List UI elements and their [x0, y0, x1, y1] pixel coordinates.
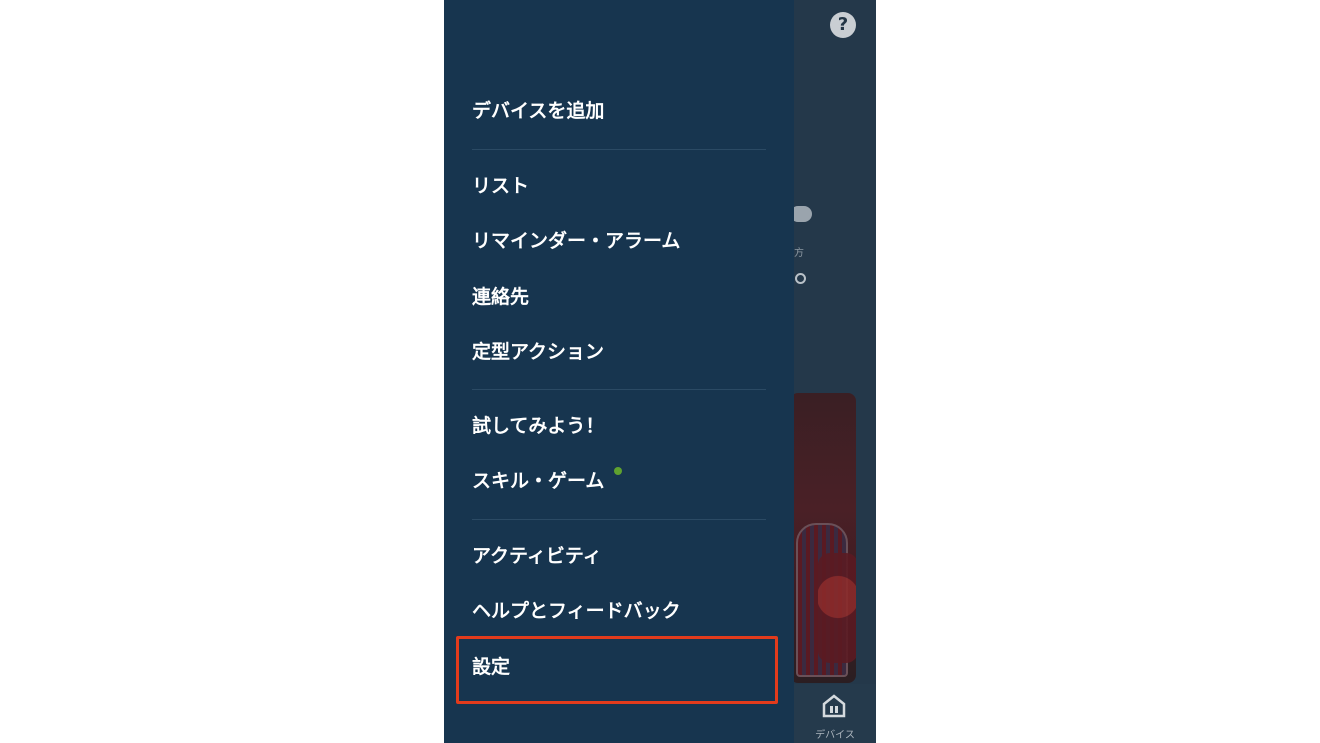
menu-item-skills-games[interactable]: スキル・ゲーム: [472, 466, 623, 496]
home-devices-icon: [822, 694, 846, 718]
menu-item-things-to-try[interactable]: 試してみよう！: [472, 411, 604, 441]
divider: [472, 389, 766, 390]
menu-item-help-feedback[interactable]: ヘルプとフィードバック: [472, 596, 681, 626]
menu-item-contacts[interactable]: 連絡先: [472, 282, 529, 312]
bottom-nav-devices[interactable]: デバイス: [794, 684, 876, 743]
degree-icon: [795, 273, 806, 284]
new-badge-dot: [614, 467, 623, 475]
navigation-drawer: デバイスを追加 リスト リマインダー・アラーム 連絡先 定型アクション 試してみ…: [444, 0, 794, 743]
promo-card[interactable]: [790, 393, 856, 683]
menu-item-routines[interactable]: 定型アクション: [472, 337, 604, 367]
menu-item-add-device[interactable]: デバイスを追加: [472, 96, 604, 126]
menu-item-activity[interactable]: アクティビティ: [472, 541, 602, 571]
divider: [472, 519, 766, 520]
settings-highlight-box: [456, 636, 778, 704]
divider: [472, 149, 766, 150]
weather-text: 方: [794, 248, 804, 259]
menu-item-reminders-alarms[interactable]: リマインダー・アラーム: [472, 226, 680, 256]
phone-screen: ? 方 デバイス デバイスを追加 リスト リマインダー・アラーム 連絡先 定型ア…: [444, 0, 876, 743]
menu-item-skills-games-label: スキル・ゲーム: [472, 470, 605, 492]
bottom-nav-label: デバイス: [815, 730, 855, 741]
menu-item-lists[interactable]: リスト: [472, 171, 529, 201]
question-mark-icon[interactable]: ?: [830, 12, 856, 38]
card-image-detail: [818, 553, 856, 663]
